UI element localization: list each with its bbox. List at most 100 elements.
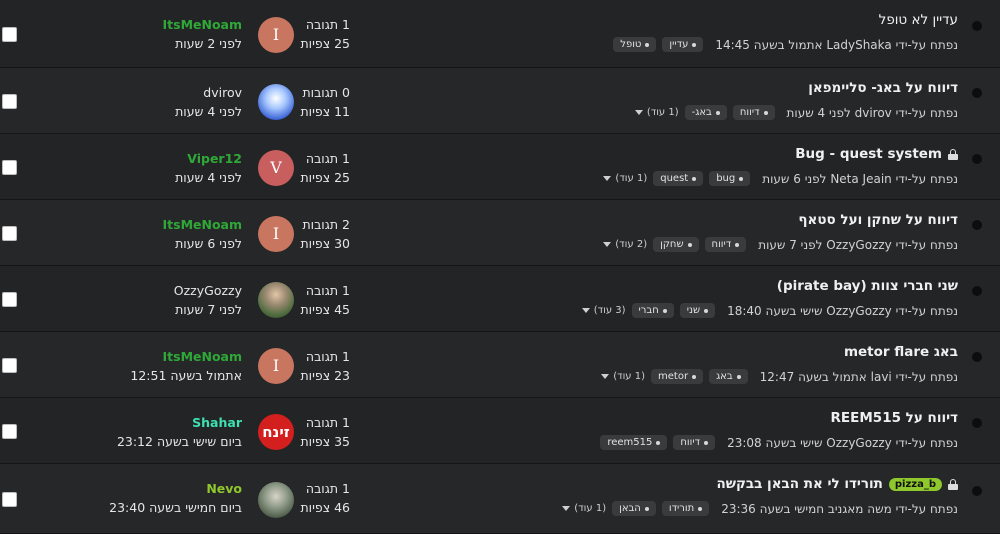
topic-row[interactable]: עדיין לא טופל נפתח על-ידי LadyShaka אתמול… (0, 0, 1000, 68)
avatar[interactable]: I (258, 347, 294, 384)
topic-title[interactable]: דיווח על REEM515 (831, 410, 958, 426)
topic-title[interactable]: שני חברי צוות (pirate bay) (777, 278, 958, 294)
unread-indicator-icon[interactable] (972, 351, 982, 362)
avatar[interactable] (258, 281, 294, 318)
unread-indicator-icon[interactable] (972, 153, 982, 164)
last-post-time[interactable]: לפני 4 שעות (100, 168, 242, 187)
last-poster-link[interactable]: Shahar (100, 413, 242, 432)
select-checkbox[interactable] (2, 357, 17, 373)
tag-pill[interactable]: שני (679, 303, 716, 318)
more-tags-toggle[interactable]: (3 עוד) (581, 305, 626, 316)
tag-pill[interactable]: שחקן (653, 237, 699, 252)
topic-row[interactable]: pizza_b תורידו לי את הבאן בבקשה נפתח על-יד… (0, 464, 1000, 534)
tag-pill[interactable]: bug (709, 171, 751, 186)
unread-indicator-icon[interactable] (972, 417, 982, 428)
topic-title-container[interactable]: דיווח על באג- סליימפאן (808, 80, 958, 96)
topic-title-container[interactable]: Bug - quest system (795, 146, 958, 162)
more-tags-label: (2 עוד) (615, 239, 648, 250)
topic-title[interactable]: באג metor flare (844, 344, 958, 360)
tag-pill[interactable]: באג (709, 369, 748, 384)
select-checkbox[interactable] (2, 491, 17, 507)
avatar[interactable]: I (258, 215, 294, 252)
tag-pill[interactable]: באג- (684, 105, 727, 120)
tag-pill[interactable]: reem515 (600, 435, 668, 450)
avatar[interactable]: זינח (258, 413, 294, 450)
more-tags-label: (3 עוד) (593, 305, 626, 316)
unread-indicator-icon[interactable] (972, 285, 982, 296)
more-tags-toggle[interactable]: (1 עוד) (603, 173, 647, 184)
topic-row[interactable]: דיווח על שחקן ועל סטאף נפתח על-ידי OzzyGo… (0, 200, 1000, 266)
tag-pill[interactable]: דיווח (732, 105, 775, 120)
topic-title-container[interactable]: pizza_b תורידו לי את הבאן בבקשה (716, 476, 958, 492)
avatar[interactable] (258, 83, 294, 120)
topic-meta: נפתח על-ידי OzzyGozzy שישי בשעה 23:08 דיו… (600, 435, 958, 450)
select-checkbox[interactable] (2, 159, 17, 175)
tag-pill[interactable]: דיווח (704, 237, 747, 252)
avatar[interactable]: I (258, 16, 294, 53)
topic-meta: נפתח על-ידי OzzyGozzy שישי בשעה 18:40 שני… (581, 303, 958, 318)
more-tags-toggle[interactable]: (1 עוד) (562, 503, 606, 514)
avatar[interactable] (258, 481, 294, 518)
avatar-initial: V (270, 158, 282, 177)
topic-row[interactable]: דיווח על REEM515 נפתח על-ידי OzzyGozzy שי… (0, 398, 1000, 464)
last-poster-link[interactable]: OzzyGozzy (100, 281, 242, 300)
topic-meta: נפתח על-ידי dvirov לפני 4 שעות דיווח באג- (… (634, 105, 958, 120)
last-post-time[interactable]: לפני 7 שעות (100, 300, 242, 319)
avatar-initial: I (272, 25, 280, 44)
tag-pill[interactable]: metor (651, 369, 704, 384)
last-poster-link[interactable]: Nevo (100, 479, 242, 498)
tag-pill[interactable]: דיווח (673, 435, 716, 450)
chevron-down-icon (603, 242, 612, 247)
select-checkbox[interactable] (2, 26, 17, 42)
topic-title-container[interactable]: דיווח על REEM515 (831, 410, 958, 426)
topic-title-container[interactable]: באג metor flare (844, 344, 958, 360)
last-post-time[interactable]: לפני 4 שעות (100, 102, 242, 121)
last-post-time[interactable]: אתמול בשעה 12:51 (100, 366, 242, 385)
topic-meta: נפתח על-ידי Neta Jeain לפני 6 שעות bug que… (603, 171, 958, 186)
topic-row[interactable]: דיווח על באג- סליימפאן נפתח על-ידי dvirov… (0, 68, 1000, 134)
select-checkbox[interactable] (2, 423, 17, 439)
tag-pill[interactable]: עדיין (662, 37, 704, 52)
last-post-time[interactable]: לפני 2 שעות (100, 34, 242, 53)
lock-icon (948, 478, 958, 490)
prefix-badge[interactable]: pizza_b (888, 477, 942, 491)
topic-title-container[interactable]: דיווח על שחקן ועל סטאף (798, 212, 958, 228)
more-tags-toggle[interactable]: (2 עוד) (603, 239, 647, 250)
topic-title[interactable]: Bug - quest system (795, 146, 942, 162)
tag-pill[interactable]: תורידו (661, 501, 710, 516)
topic-row[interactable]: באג metor flare נפתח על-ידי lavi אתמול בש… (0, 332, 1000, 398)
topic-title-container[interactable]: עדיין לא טופל (879, 12, 958, 28)
more-tags-toggle[interactable]: (1 עוד) (634, 107, 679, 118)
more-tags-toggle[interactable]: (1 עוד) (601, 371, 645, 382)
select-checkbox[interactable] (2, 225, 17, 241)
topic-row[interactable]: Bug - quest system נפתח על-ידי Neta Jeain… (0, 134, 1000, 200)
unread-indicator-icon[interactable] (972, 219, 982, 230)
topic-title[interactable]: דיווח על שחקן ועל סטאף (798, 212, 958, 228)
more-tags-label: (1 עוד) (613, 371, 646, 382)
tag-pill[interactable]: טופל (613, 37, 657, 52)
last-poster-link[interactable]: ItsMeNoam (100, 215, 243, 234)
last-post-time[interactable]: ביום חמישי בשעה 23:40 (100, 498, 242, 517)
topic-title[interactable]: תורידו לי את הבאן בבקשה (716, 476, 882, 492)
last-post-time[interactable]: ביום שישי בשעה 23:12 (100, 432, 242, 451)
tag-pill[interactable]: quest (653, 171, 704, 186)
more-tags-label: (1 עוד) (574, 503, 607, 514)
chevron-down-icon (634, 110, 643, 115)
topic-row[interactable]: שני חברי צוות (pirate bay) נפתח על-ידי Oz… (0, 266, 1000, 332)
avatar[interactable]: V (258, 149, 294, 186)
last-poster-link[interactable]: dvirov (100, 83, 242, 102)
last-poster-link[interactable]: Viper12 (100, 149, 242, 168)
tag-pill[interactable]: חברי (631, 303, 674, 318)
last-post-time[interactable]: לפני 6 שעות (100, 234, 242, 253)
unread-indicator-icon[interactable] (972, 20, 982, 31)
topic-title[interactable]: דיווח על באג- סליימפאן (808, 80, 958, 96)
tag-pill[interactable]: הבאן (612, 501, 656, 516)
select-checkbox[interactable] (2, 93, 17, 109)
topic-title[interactable]: עדיין לא טופל (879, 12, 958, 28)
unread-indicator-icon[interactable] (972, 485, 982, 496)
unread-indicator-icon[interactable] (972, 87, 982, 98)
last-poster-link[interactable]: ItsMeNoam (100, 15, 243, 34)
last-poster-link[interactable]: ItsMeNoam (100, 347, 243, 366)
topic-title-container[interactable]: שני חברי צוות (pirate bay) (777, 278, 958, 294)
select-checkbox[interactable] (2, 291, 17, 307)
